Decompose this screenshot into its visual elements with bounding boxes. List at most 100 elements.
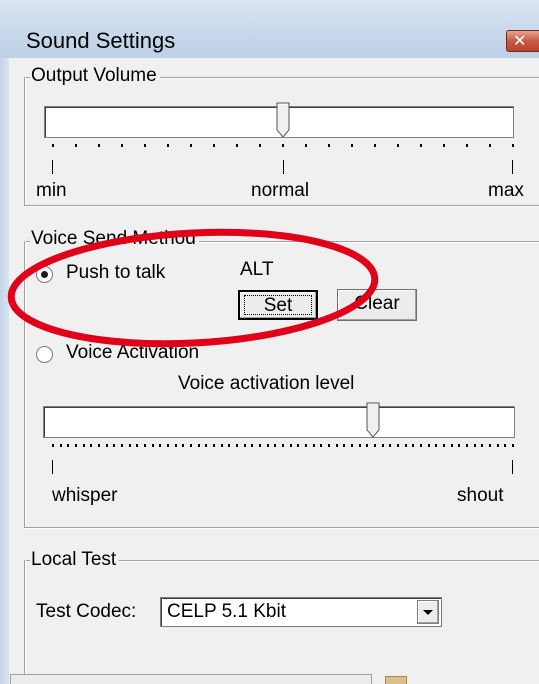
slider-tick xyxy=(382,444,384,447)
slider-tick xyxy=(136,444,138,447)
set-button-label: Set xyxy=(263,295,293,316)
window-title: Sound Settings xyxy=(26,28,176,53)
test-codec-label: Test Codec: xyxy=(36,601,137,622)
close-button[interactable]: ✕ xyxy=(506,30,539,52)
slider-tick xyxy=(274,444,276,447)
start-test-button[interactable] xyxy=(10,674,372,684)
slider-tick xyxy=(182,444,184,447)
push-to-talk-radio[interactable] xyxy=(36,266,53,283)
slider-tick xyxy=(328,444,330,447)
slider-tick xyxy=(504,444,506,447)
set-hotkey-button[interactable]: Set xyxy=(238,290,318,320)
whisper-label: whisper xyxy=(52,485,118,506)
slider-tick xyxy=(420,444,422,447)
voice-activation-radio[interactable] xyxy=(36,346,53,363)
slider-tick xyxy=(129,444,131,447)
slider-tick xyxy=(343,444,345,447)
max-tick xyxy=(512,160,513,174)
min-label: min xyxy=(36,180,67,201)
voice-activation-level-slider[interactable] xyxy=(43,406,515,438)
slider-tick xyxy=(389,444,391,447)
slider-tick xyxy=(359,444,361,447)
slider-tick xyxy=(75,444,77,447)
slider-tick xyxy=(228,444,230,447)
slider-tick xyxy=(159,444,161,447)
slider-tick xyxy=(205,444,207,447)
slider-tick xyxy=(297,444,299,447)
slider-tick xyxy=(397,444,399,447)
local-test-group-left-border xyxy=(24,560,26,684)
close-icon: ✕ xyxy=(513,31,527,50)
slider-tick xyxy=(497,444,499,447)
chevron-down-icon xyxy=(423,610,433,615)
voice-activation-level-title: Voice activation level xyxy=(178,373,355,394)
slider-tick xyxy=(52,444,54,447)
slider-tick xyxy=(282,444,284,447)
output-volume-ticks xyxy=(52,144,514,147)
push-to-talk-hotkey: ALT xyxy=(240,259,274,280)
slider-tick xyxy=(443,444,445,447)
voice-activation-slider-thumb[interactable] xyxy=(366,402,381,439)
slider-tick xyxy=(351,144,353,147)
dropdown-button[interactable] xyxy=(417,600,439,624)
slider-tick xyxy=(328,144,330,147)
slider-tick xyxy=(305,144,307,147)
slider-tick xyxy=(251,444,253,447)
slider-tick xyxy=(213,444,215,447)
slider-tick xyxy=(290,444,292,447)
slider-tick xyxy=(435,444,437,447)
push-to-talk-label[interactable]: Push to talk xyxy=(66,262,165,284)
clear-hotkey-button[interactable]: Clear xyxy=(337,289,417,321)
title-bar: Sound Settings ✕ xyxy=(0,0,539,58)
slider-tick xyxy=(458,444,460,447)
output-volume-group-label: Output Volume xyxy=(30,65,160,87)
min-tick xyxy=(52,160,53,174)
slider-tick xyxy=(75,144,77,147)
slider-tick xyxy=(451,444,453,447)
slider-tick xyxy=(121,144,123,147)
output-volume-slider-thumb[interactable] xyxy=(276,102,291,139)
slider-tick xyxy=(489,444,491,447)
slider-tick xyxy=(259,444,261,447)
normal-tick xyxy=(283,160,284,174)
slider-tick xyxy=(351,444,353,447)
slider-tick xyxy=(213,144,215,147)
slider-tick xyxy=(236,444,238,447)
slider-tick xyxy=(374,444,376,447)
slider-tick xyxy=(336,444,338,447)
slider-tick xyxy=(412,444,414,447)
slider-tick xyxy=(175,444,177,447)
slider-tick xyxy=(67,444,69,447)
output-volume-group-left-border xyxy=(24,77,26,205)
local-test-group-label: Local Test xyxy=(30,549,120,571)
slider-tick xyxy=(420,144,422,147)
slider-tick xyxy=(236,144,238,147)
slider-tick xyxy=(106,444,108,447)
slider-tick xyxy=(259,144,261,147)
shout-tick xyxy=(512,460,513,474)
test-codec-dropdown[interactable]: CELP 5.1 Kbit xyxy=(160,597,442,627)
slider-tick xyxy=(512,444,514,447)
slider-tick xyxy=(83,444,85,447)
slider-tick xyxy=(167,144,169,147)
slider-tick xyxy=(144,444,146,447)
slider-tick xyxy=(474,444,476,447)
slider-tick xyxy=(52,144,54,147)
voice-activation-label[interactable]: Voice Activation xyxy=(66,342,199,364)
slider-tick xyxy=(198,444,200,447)
voice-send-group-left-border xyxy=(24,241,26,527)
shout-label: shout xyxy=(457,485,504,506)
slider-tick xyxy=(190,444,192,447)
sound-settings-window: Sound Settings ✕ Output Volume min norma… xyxy=(0,0,539,684)
clear-button-label: Clear xyxy=(354,293,400,314)
slider-tick xyxy=(405,444,407,447)
slider-tick xyxy=(113,444,115,447)
slider-tick xyxy=(152,444,154,447)
test-codec-value: CELP 5.1 Kbit xyxy=(167,601,287,622)
voice-activation-ticks xyxy=(52,444,514,447)
slider-tick xyxy=(282,144,284,147)
slider-tick xyxy=(374,144,376,147)
slider-tick xyxy=(267,444,269,447)
slider-tick xyxy=(397,144,399,147)
slider-tick xyxy=(443,144,445,147)
